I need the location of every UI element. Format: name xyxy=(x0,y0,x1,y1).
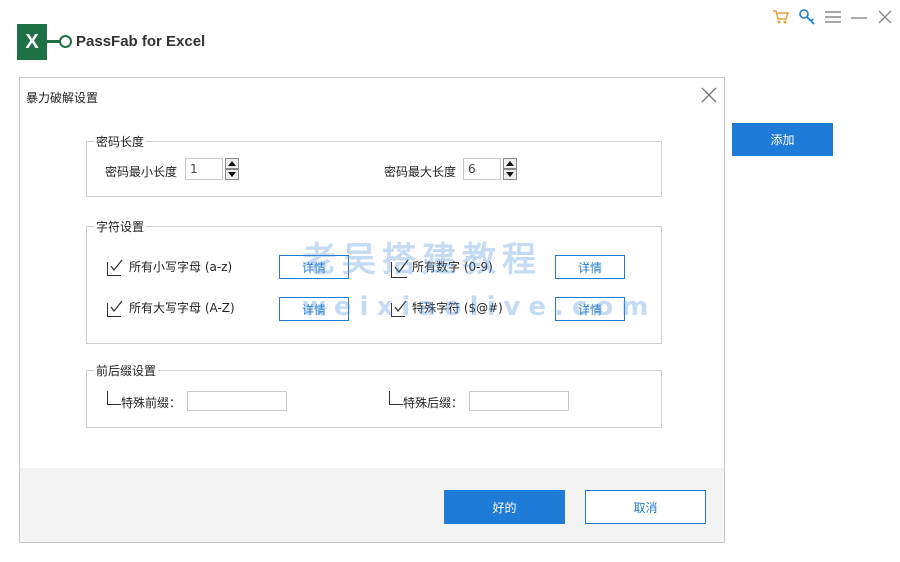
lowercase-checkbox[interactable] xyxy=(107,259,123,276)
uppercase-detail-button[interactable]: 详情 xyxy=(279,297,349,321)
app-header: X PassFab for Excel xyxy=(0,0,900,75)
suffix-input[interactable] xyxy=(469,391,569,411)
triangle-up-icon xyxy=(506,161,514,166)
max-length-down-button[interactable] xyxy=(503,169,517,180)
password-length-group-title: 密码长度 xyxy=(94,133,147,150)
logo-letter: X xyxy=(25,30,39,53)
min-length-label: 密码最小长度 xyxy=(105,165,178,179)
min-length-input[interactable]: 1 xyxy=(185,158,223,180)
suffix-checkbox[interactable] xyxy=(389,391,403,405)
dialog-body: 密码长度 密码最小长度 1 密码最大长度 6 字符设置 所有小写字母 (a-z)… xyxy=(20,112,724,468)
minimize-icon[interactable] xyxy=(850,8,868,26)
cancel-button[interactable]: 取消 xyxy=(585,490,706,524)
brute-force-settings-dialog: 暴力破解设置 密码长度 密码最小长度 1 密码最大长度 6 字符设置 所有小写字… xyxy=(19,77,725,543)
cart-icon[interactable] xyxy=(772,8,790,26)
excel-logo-icon: X xyxy=(17,24,47,60)
app-title: PassFab for Excel xyxy=(76,33,206,50)
triangle-down-icon xyxy=(228,172,236,177)
min-length-down-button[interactable] xyxy=(225,169,239,180)
charset-group-title: 字符设置 xyxy=(94,218,147,235)
digits-detail-button[interactable]: 详情 xyxy=(555,255,625,279)
window-controls xyxy=(772,8,894,26)
lowercase-detail-button[interactable]: 详情 xyxy=(279,255,349,279)
charset-group: 字符设置 所有小写字母 (a-z) 详情 所有数字 (0-9) 详情 所有大写字… xyxy=(86,218,662,344)
affix-group: 前后缀设置 特殊前缀： 特殊后缀： xyxy=(86,362,662,428)
special-chars-label: 特殊字符 ($@#) xyxy=(412,301,503,315)
key-icon[interactable] xyxy=(798,8,816,26)
max-length-stepper: 6 xyxy=(463,158,517,180)
digits-checkbox[interactable] xyxy=(391,259,409,278)
dialog-titlebar: 暴力破解设置 xyxy=(20,78,724,112)
min-length-up-button[interactable] xyxy=(225,158,239,169)
dialog-title: 暴力破解设置 xyxy=(26,91,99,105)
suffix-label: 特殊后缀： xyxy=(403,396,464,410)
triangle-down-icon xyxy=(506,172,514,177)
add-button[interactable]: 添加 xyxy=(732,123,833,156)
prefix-input[interactable] xyxy=(187,391,287,411)
logo-key-ring xyxy=(59,35,72,48)
digits-label: 所有数字 (0-9) xyxy=(412,260,493,274)
uppercase-label: 所有大写字母 (A-Z) xyxy=(129,301,235,315)
special-chars-checkbox[interactable] xyxy=(391,300,407,317)
affix-group-title: 前后缀设置 xyxy=(94,362,159,379)
prefix-checkbox[interactable] xyxy=(107,391,121,405)
lowercase-label: 所有小写字母 (a-z) xyxy=(129,260,233,274)
max-length-up-button[interactable] xyxy=(503,158,517,169)
ok-button[interactable]: 好的 xyxy=(444,490,565,524)
dialog-close-icon[interactable] xyxy=(700,86,718,104)
menu-icon[interactable] xyxy=(824,8,842,26)
triangle-up-icon xyxy=(228,161,236,166)
uppercase-checkbox[interactable] xyxy=(107,300,123,317)
max-length-label: 密码最大长度 xyxy=(384,165,457,179)
max-length-input[interactable]: 6 xyxy=(463,158,501,180)
prefix-label: 特殊前缀： xyxy=(121,396,182,410)
close-icon[interactable] xyxy=(876,8,894,26)
special-chars-detail-button[interactable]: 详情 xyxy=(555,297,625,321)
password-length-group: 密码长度 密码最小长度 1 密码最大长度 6 xyxy=(86,133,662,197)
min-length-stepper: 1 xyxy=(185,158,239,180)
